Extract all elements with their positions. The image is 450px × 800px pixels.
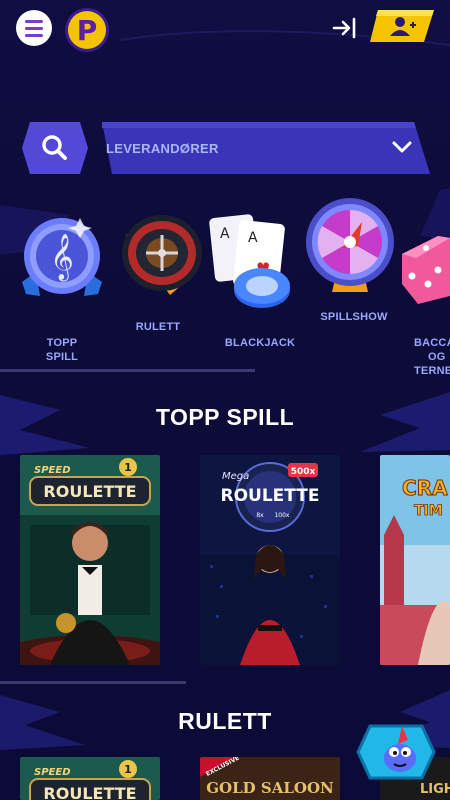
category-label-roulette: RULETT [130,320,186,334]
category-label-blackjack: BLACKJACK [220,336,300,350]
search-button[interactable] [22,122,88,174]
treble-clef-icon: 𝄞 [50,234,74,282]
section-title-top-games: TOPP SPILL [155,404,295,430]
chat-mascot-button[interactable] [356,720,436,784]
game-name: TIM [414,503,443,519]
svg-text:P: P [77,14,98,47]
game-tile-speed-roulette[interactable]: 1 SPEED ROULETTE [20,455,160,665]
header: P [0,0,450,60]
game-brand: SPEED [34,767,71,778]
game-mini-label: 8x [256,512,264,519]
logo-p-icon[interactable]: P [62,4,112,54]
section-scrollbar[interactable] [0,681,186,684]
category-blackjack[interactable]: A A ♥ [206,212,302,312]
category-top-games[interactable]: 𝄞 [16,212,108,310]
app-screen: { "search": {"provider_label": "LEVERAND… [0,0,450,800]
provider-dropdown-label: LEVERANDØRER [106,141,219,156]
game-badge: 1 [124,763,132,776]
category-label-gameshow: SPILLSHOW [316,310,392,324]
category-label-line: SPILL [45,351,79,363]
game-name: ROULETTE [43,784,136,800]
svg-text:A: A [220,226,230,242]
category-label-top-games: TOPP SPILL [40,336,84,364]
category-label-line: BACCA [414,337,450,349]
menu-icon [25,19,43,23]
game-name: GOLD SALOON [206,779,334,797]
game-tile-speed-roulette-2[interactable]: 1 SPEED ROULETTE [20,757,160,800]
category-label-line: TERNE [414,365,450,377]
category-label-line: SPILLSHOW [320,311,388,323]
game-mini-label: 100x [274,512,289,519]
game-brand: SPEED [34,465,71,476]
menu-icon-bar [25,26,43,30]
category-label-baccarat: BACCA OG TERNE [414,336,450,378]
carousel-scrollbar[interactable] [0,369,255,372]
game-tile-crazy-time[interactable]: CRA TIM [380,455,450,665]
game-badge: 1 [124,461,132,474]
game-multiplier: 500x [291,467,316,477]
category-baccarat-dice[interactable] [398,218,450,308]
game-name: ROULETTE [221,486,320,506]
svg-text:A: A [248,230,258,246]
category-label-line: TOPP [46,337,78,349]
game-tile-mega-roulette[interactable]: 500x Mega ROULETTE 8x 100x [200,455,340,665]
category-roulette[interactable] [112,205,208,305]
game-name: CRA [402,476,448,500]
category-label-line: OG [428,351,446,363]
game-name: ROULETTE [43,482,136,501]
game-tile-gold-saloon[interactable]: EXCLUSIVE GOLD SALOON [200,757,340,800]
register-user-icon[interactable] [368,8,436,44]
game-name: LIGHT [420,782,450,797]
menu-button[interactable] [16,10,52,46]
game-brand: Mega [222,471,249,482]
background-decoration [0,30,450,750]
category-label-line: RULETT [135,321,181,333]
category-label-line: BLACKJACK [224,337,296,349]
category-gameshow[interactable] [302,196,398,296]
login-icon[interactable] [332,16,360,40]
menu-icon-bar [25,33,43,37]
